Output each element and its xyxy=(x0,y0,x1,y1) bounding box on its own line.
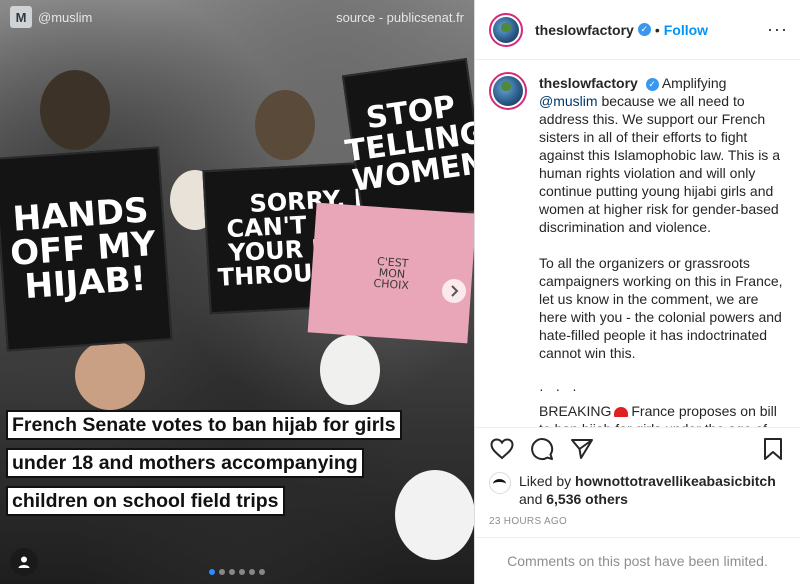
post-panel: theslowfactory ✓ • Follow ··· theslowfac… xyxy=(474,0,800,584)
sign-hands-off: HANDS OFF MY HIJAB! xyxy=(0,146,173,352)
post-image[interactable]: HANDS OFF MY HIJAB! SORRY, I CAN'T HEAR … xyxy=(0,0,474,584)
caption-username[interactable]: theslowfactory xyxy=(539,75,638,91)
likes-summary: Liked by hownottotravellikeabasicbitch a… xyxy=(475,470,800,508)
carousel-dot[interactable] xyxy=(209,569,215,575)
likes-prefix: Liked by xyxy=(519,473,572,489)
comment-icon[interactable] xyxy=(529,436,555,462)
source-handle: M @muslim xyxy=(10,6,92,28)
muslim-logo-icon: M xyxy=(10,6,32,28)
next-arrow-icon[interactable] xyxy=(442,279,466,303)
liker-username[interactable]: hownottotravellikeabasicbitch xyxy=(575,473,776,489)
caption-line: French Senate votes to ban hijab for gir… xyxy=(6,410,402,440)
carousel-indicator xyxy=(0,569,474,575)
caption-para1: because we all need to address this. We … xyxy=(539,93,780,235)
caption-intro: Amplifying xyxy=(661,75,727,91)
sign-stop-telling: STOP TELLING WOMEN xyxy=(341,57,474,229)
caption-para2: To all the organizers or grassroots camp… xyxy=(539,255,783,361)
share-icon[interactable] xyxy=(569,436,595,462)
header-username[interactable]: theslowfactory xyxy=(535,22,634,38)
caption-line: under 18 and mothers accompanying xyxy=(6,448,364,478)
sign-pink-drawing: C'EST MON CHOIX xyxy=(307,202,474,344)
bookmark-icon[interactable] xyxy=(760,436,786,462)
caption-dots: · · · xyxy=(539,381,581,397)
avatar[interactable] xyxy=(489,12,523,47)
source-credit: source - publicsenat.fr xyxy=(336,9,464,25)
post-caption-area: theslowfactory ✓ Amplifying @muslim beca… xyxy=(475,60,800,427)
image-caption: French Senate votes to ban hijab for gir… xyxy=(6,410,468,524)
heart-icon[interactable] xyxy=(489,436,515,462)
verified-icon: ✓ xyxy=(645,77,659,91)
action-bar xyxy=(475,427,800,470)
carousel-dot[interactable] xyxy=(259,569,265,575)
crowd-head xyxy=(40,70,110,150)
verified-icon: ✓ xyxy=(637,23,651,36)
carousel-dot[interactable] xyxy=(249,569,255,575)
liker-avatar[interactable] xyxy=(489,472,511,494)
crowd-face xyxy=(75,340,145,410)
carousel-dot[interactable] xyxy=(229,569,235,575)
breaking-label: BREAKING xyxy=(539,403,612,419)
likes-count[interactable]: 6,536 others xyxy=(546,491,628,507)
post-modal: HANDS OFF MY HIJAB! SORRY, I CAN'T HEAR … xyxy=(0,0,800,584)
comments-limited-notice: Comments on this post have been limited. xyxy=(475,537,800,584)
crowd-head xyxy=(255,90,315,160)
header-separator: • xyxy=(654,21,660,38)
image-top-overlay: M @muslim source - publicsenat.fr xyxy=(0,0,474,34)
mention-link[interactable]: @muslim xyxy=(539,93,598,109)
source-handle-text: @muslim xyxy=(38,9,93,25)
carousel-dot[interactable] xyxy=(219,569,225,575)
follow-button[interactable]: Follow xyxy=(664,22,708,38)
avatar[interactable] xyxy=(489,72,527,110)
post-timestamp[interactable]: 23 HOURS AGO xyxy=(475,508,800,537)
likes-and: and xyxy=(519,491,543,507)
caption-line: children on school field trips xyxy=(6,486,285,516)
siren-icon xyxy=(614,407,629,418)
post-header: theslowfactory ✓ • Follow ··· xyxy=(475,0,800,60)
caption-text: theslowfactory ✓ Amplifying @muslim beca… xyxy=(539,74,786,427)
crowd-hijab xyxy=(320,335,380,405)
more-icon[interactable]: ··· xyxy=(767,19,788,40)
carousel-dot[interactable] xyxy=(239,569,245,575)
